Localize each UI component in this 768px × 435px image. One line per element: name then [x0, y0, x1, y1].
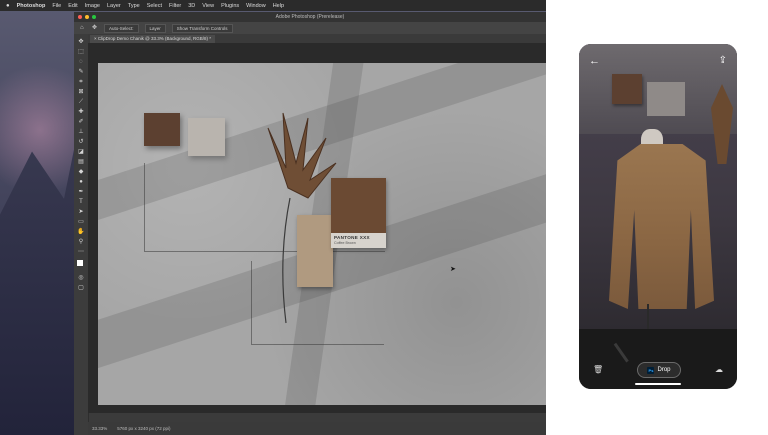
lasso-tool-icon[interactable]: ◌ — [77, 58, 85, 66]
mouse-cursor-icon: ➤ — [450, 266, 456, 273]
home-icon[interactable]: ⌂ — [80, 25, 86, 31]
menu-app-name[interactable]: Photoshop — [17, 3, 46, 9]
dodge-tool-icon[interactable]: ● — [77, 178, 85, 186]
menu-select[interactable]: Select — [147, 3, 162, 9]
menu-filter[interactable]: Filter — [169, 3, 181, 9]
share-icon[interactable]: ⇪ — [719, 54, 727, 68]
menu-file[interactable]: File — [52, 3, 61, 9]
pantone-card: PANTONE XXX Coffee Brown — [331, 178, 386, 248]
menu-3d[interactable]: 3D — [188, 3, 195, 9]
document-size: 5760 px x 3240 px (72 ppi) — [117, 426, 171, 431]
photo-brown-swatch — [612, 74, 642, 104]
screen-mode-icon[interactable]: ▢ — [77, 284, 85, 292]
document-tab[interactable]: × ClipDrop Demo Chanik @ 33.3% (Backgrou… — [90, 35, 215, 43]
photoshop-window: Adobe Photoshop (Prerelease) ⌂ ✥ Auto-Se… — [74, 12, 546, 435]
more-tools-icon[interactable]: ⋯ — [77, 248, 85, 256]
paper-card — [297, 215, 333, 287]
options-bar: ⌂ ✥ Auto-Select: Layer Show Transform Co… — [74, 22, 546, 34]
apple-menu-icon[interactable]: ● — [6, 3, 10, 9]
menu-help[interactable]: Help — [273, 3, 284, 9]
back-arrow-icon[interactable]: ← — [589, 54, 600, 68]
eraser-tool-icon[interactable]: ◪ — [77, 148, 85, 156]
photoshop-badge-icon: Ps — [647, 366, 655, 374]
shape-tool-icon[interactable]: ▭ — [77, 218, 85, 226]
ps-window-title: Adobe Photoshop (Prerelease) — [74, 12, 546, 22]
gradient-tool-icon[interactable]: ▤ — [77, 158, 85, 166]
move-tool-icon[interactable]: ✥ — [92, 25, 98, 31]
menu-plugins[interactable]: Plugins — [221, 3, 239, 9]
close-window-button[interactable] — [78, 15, 82, 19]
pen-tool-icon[interactable]: ✒ — [77, 188, 85, 196]
menu-view[interactable]: View — [202, 3, 214, 9]
phone-top-bar: ← ⇪ — [579, 50, 737, 72]
pantone-sublabel: Coffee Brown — [334, 241, 356, 245]
photo-mannequin-stand — [647, 304, 649, 329]
type-tool-icon[interactable]: T — [77, 198, 85, 206]
photo-jacket — [609, 144, 714, 309]
phone-device: ← ⇪ 🗑 Ps Drop ☁ — [579, 44, 737, 389]
frame-tool-icon[interactable]: ⊠ — [77, 88, 85, 96]
path-select-tool-icon[interactable]: ➤ — [77, 208, 85, 216]
menu-edit[interactable]: Edit — [68, 3, 77, 9]
menu-layer[interactable]: Layer — [107, 3, 121, 9]
status-bar: 33.33% 5760 px x 3240 px (72 ppi) — [88, 422, 546, 435]
document-canvas[interactable]: PANTONE XXX Coffee Brown ➤ — [98, 63, 546, 405]
blur-tool-icon[interactable]: ◆ — [77, 168, 85, 176]
screen: ● Photoshop File Edit Image Layer Type S… — [0, 0, 768, 435]
window-controls — [78, 15, 96, 19]
cloud-upload-icon[interactable]: ☁ — [715, 365, 723, 374]
photo-cable — [613, 325, 654, 363]
healing-brush-icon[interactable]: ✚ — [77, 108, 85, 116]
phone-action-bar: 🗑 Ps Drop ☁ — [579, 325, 737, 389]
eyedropper-tool-icon[interactable]: ⟋ — [77, 98, 85, 106]
foreground-color-swatch[interactable] — [77, 260, 83, 266]
home-indicator[interactable] — [635, 383, 681, 385]
stamp-tool-icon[interactable]: ⊥ — [77, 128, 85, 136]
tools-panel: ✥ ⬚ ◌ ✎ ⌗ ⊠ ⟋ ✚ ✐ ⊥ ↺ ◪ ▤ ◆ ● ✒ T ➤ ▭ ✋ … — [74, 34, 89, 435]
brush-tool-icon[interactable]: ✐ — [77, 118, 85, 126]
document-tab-bar: × ClipDrop Demo Chanik @ 33.3% (Backgrou… — [88, 34, 546, 43]
quick-mask-icon[interactable]: ◎ — [77, 274, 85, 282]
history-brush-icon[interactable]: ↺ — [77, 138, 85, 146]
photo-grey-swatch — [647, 82, 685, 116]
auto-select-target[interactable]: Layer — [144, 23, 166, 33]
zoom-level[interactable]: 33.33% — [92, 422, 107, 435]
drop-button[interactable]: Ps Drop — [637, 362, 681, 378]
ps-workspace: PANTONE XXX Coffee Brown ➤ — [88, 43, 546, 413]
zoom-window-button[interactable] — [92, 15, 96, 19]
menu-image[interactable]: Image — [85, 3, 100, 9]
mac-menubar: ● Photoshop File Edit Image Layer Type S… — [0, 0, 546, 11]
zoom-tool-icon[interactable]: ⚲ — [77, 238, 85, 246]
auto-select-toggle[interactable]: Auto-Select: — [104, 23, 139, 33]
show-transform-controls[interactable]: Show Transform Controls — [171, 23, 233, 33]
menu-window[interactable]: Window — [246, 3, 266, 9]
quick-select-tool-icon[interactable]: ✎ — [77, 68, 85, 76]
crop-tool-icon[interactable]: ⌗ — [77, 78, 85, 86]
brown-fabric-swatch — [144, 113, 180, 146]
move-tool-icon[interactable]: ✥ — [77, 38, 85, 46]
pantone-color-chip — [331, 178, 386, 233]
pantone-label: PANTONE XXX — [334, 235, 370, 240]
trash-icon[interactable]: 🗑 — [593, 365, 603, 374]
marquee-tool-icon[interactable]: ⬚ — [77, 48, 85, 56]
drop-button-label: Drop — [657, 367, 671, 373]
minimize-window-button[interactable] — [85, 15, 89, 19]
grey-fabric-swatch — [188, 118, 225, 156]
menu-type[interactable]: Type — [128, 3, 140, 9]
hand-tool-icon[interactable]: ✋ — [77, 228, 85, 236]
captured-photo — [579, 44, 737, 329]
